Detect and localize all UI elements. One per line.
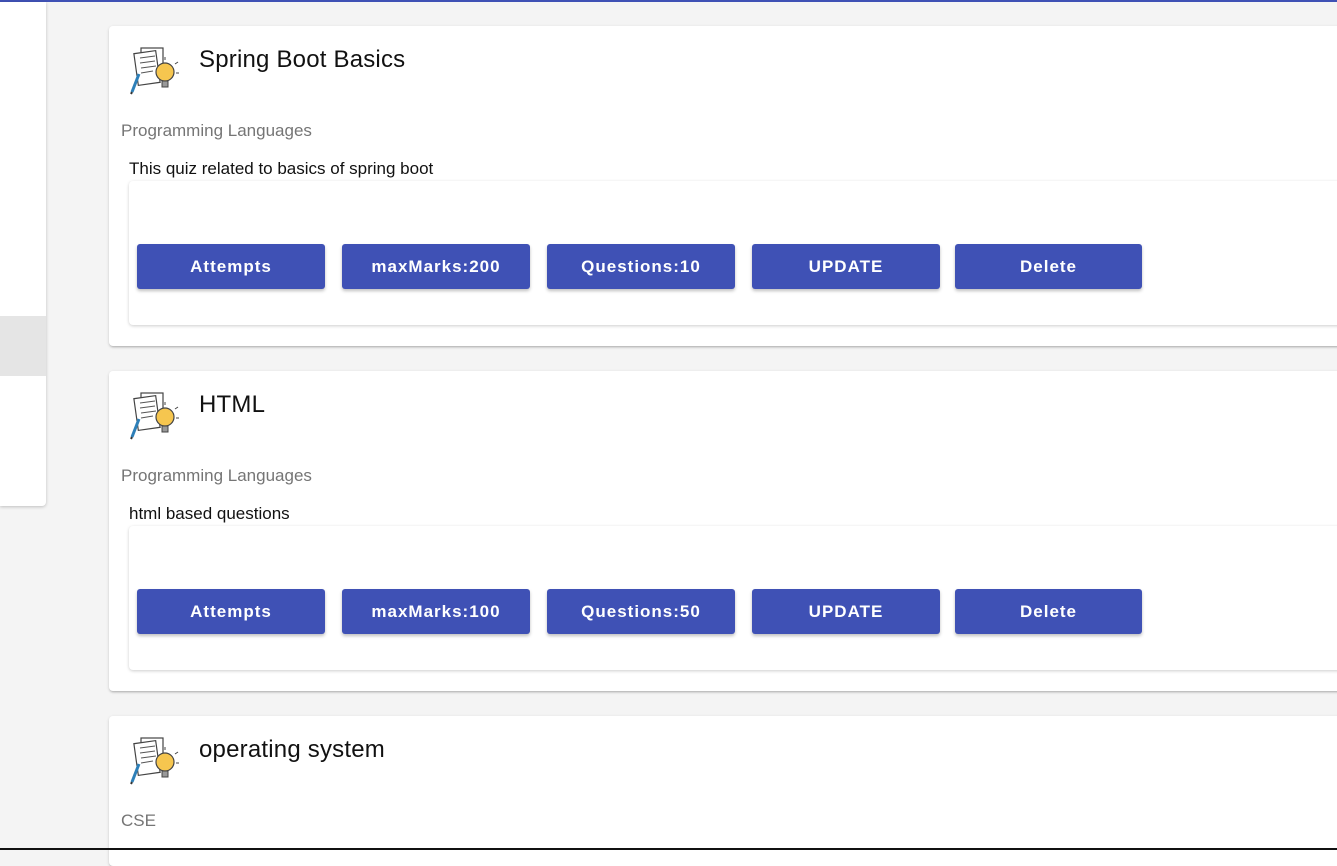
- quiz-description: This quiz related to basics of spring bo…: [129, 159, 434, 178]
- quiz-title: HTML: [199, 391, 266, 418]
- update-button[interactable]: UPDATE: [752, 244, 940, 289]
- attempts-button[interactable]: Attempts: [137, 244, 325, 289]
- delete-button[interactable]: Delete: [955, 244, 1142, 289]
- questions-button[interactable]: Questions:10: [547, 244, 735, 289]
- quiz-description: html based questions: [129, 504, 290, 523]
- quiz-category: CSE: [121, 811, 156, 830]
- quiz-category: Programming Languages: [121, 121, 312, 140]
- quiz-category: Programming Languages: [121, 466, 312, 485]
- update-button[interactable]: UPDATE: [752, 589, 940, 634]
- max-marks-button[interactable]: maxMarks:200: [342, 244, 530, 289]
- max-marks-button[interactable]: maxMarks:100: [342, 589, 530, 634]
- quiz-icon: [130, 392, 179, 440]
- quiz-icon: [130, 737, 179, 785]
- quiz-actions: Attempts maxMarks:100 Questions:50 UPDAT…: [129, 526, 1337, 670]
- quiz-icon: [130, 47, 179, 95]
- questions-button[interactable]: Questions:50: [547, 589, 735, 634]
- quiz-card: operating system CSE: [109, 716, 1337, 866]
- sidebar-item-active[interactable]: [0, 316, 46, 376]
- delete-button[interactable]: Delete: [955, 589, 1142, 634]
- top-border: [0, 0, 1337, 2]
- quiz-card: Spring Boot Basics Programming Languages…: [109, 26, 1337, 346]
- quiz-card: HTML Programming Languages html based qu…: [109, 371, 1337, 691]
- quiz-title: operating system: [199, 736, 385, 763]
- sidebar: [0, 2, 46, 506]
- quiz-actions: Attempts maxMarks:200 Questions:10 UPDAT…: [129, 181, 1337, 325]
- quiz-title: Spring Boot Basics: [199, 46, 406, 73]
- attempts-button[interactable]: Attempts: [137, 589, 325, 634]
